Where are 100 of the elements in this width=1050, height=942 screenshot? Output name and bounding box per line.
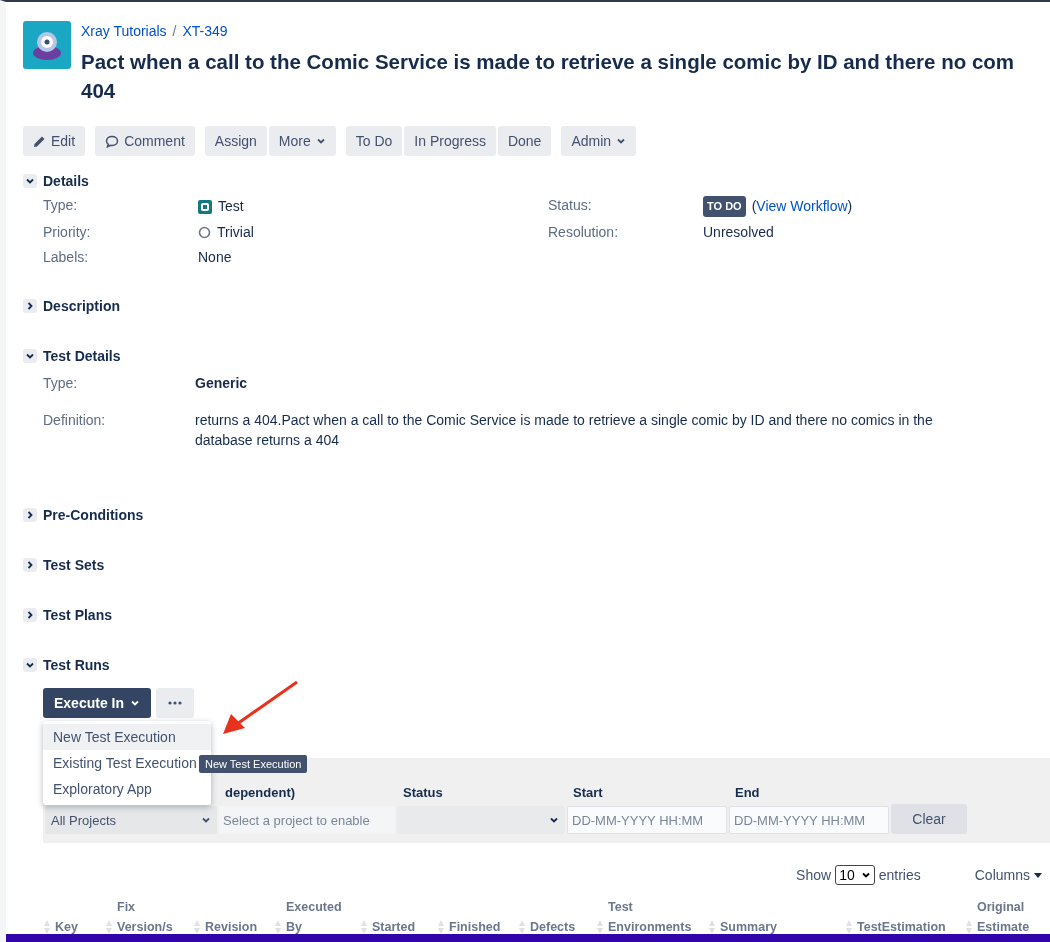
test-type-value: Generic bbox=[195, 374, 249, 393]
sort-icon[interactable] bbox=[437, 919, 445, 935]
breadcrumb-link[interactable]: XT-349 bbox=[182, 23, 228, 39]
toolbar-button[interactable]: In Progress bbox=[404, 126, 496, 156]
tooltip: New Test Execution bbox=[199, 755, 308, 773]
section-heading: Pre-Conditions bbox=[43, 507, 144, 523]
breadcrumb-link[interactable]: Xray Tutorials bbox=[81, 23, 167, 39]
column-header[interactable]: Original Estimate bbox=[977, 897, 1045, 937]
labels-value: None bbox=[198, 248, 233, 267]
speech-bubble-icon bbox=[105, 134, 120, 148]
toolbar-button[interactable]: To Do bbox=[345, 126, 403, 156]
sort-icon[interactable] bbox=[193, 919, 201, 935]
page-size-select[interactable]: 10 bbox=[835, 865, 875, 885]
section-toggle[interactable] bbox=[23, 299, 37, 313]
caret-icon bbox=[315, 136, 326, 146]
priority-value: Trivial bbox=[217, 223, 254, 242]
column-header[interactable]: Defects bbox=[530, 917, 576, 937]
issue-title: 404 bbox=[81, 78, 117, 104]
caret-icon bbox=[130, 698, 141, 708]
toolbar-button[interactable]: Done bbox=[497, 126, 552, 156]
sort-icon[interactable] bbox=[596, 919, 604, 935]
breadcrumb-separator: / bbox=[172, 23, 177, 39]
section-toggle[interactable] bbox=[23, 349, 37, 363]
chevron-icon bbox=[25, 660, 35, 670]
issue-title: Pact when a call to the Comic Service is made to retrieve a single comic by ID and there no com bbox=[81, 49, 1015, 75]
project-select[interactable]: All Projects bbox=[45, 806, 217, 834]
status-badge: TO DO bbox=[703, 196, 746, 217]
circle-icon bbox=[198, 226, 211, 239]
field-label: Labels: bbox=[43, 248, 90, 267]
section-heading: Test Sets bbox=[43, 557, 105, 573]
section-toggle[interactable] bbox=[23, 508, 37, 522]
section-toggle[interactable] bbox=[23, 658, 37, 672]
caret-icon bbox=[1034, 872, 1042, 878]
filter-label: Start bbox=[572, 785, 604, 800]
sort-icon[interactable] bbox=[274, 919, 282, 935]
paren-text: ( bbox=[751, 197, 757, 216]
field-label: Status: bbox=[548, 196, 593, 215]
test-type-icon bbox=[198, 199, 212, 214]
chevron-icon bbox=[25, 351, 35, 361]
type-value: Test bbox=[218, 197, 244, 216]
section-toggle[interactable] bbox=[23, 608, 37, 622]
filter-label: Status bbox=[402, 785, 444, 800]
toolbar-button[interactable]: Edit bbox=[23, 126, 86, 156]
section-heading: Test Runs bbox=[43, 657, 110, 673]
section-heading: Description bbox=[43, 298, 120, 314]
column-header[interactable]: Test Environments bbox=[608, 897, 708, 937]
field-label: Definition: bbox=[43, 411, 107, 430]
caret-icon bbox=[201, 815, 211, 825]
field-label: Type: bbox=[43, 196, 79, 215]
column-header[interactable]: TestEstimation bbox=[857, 917, 946, 937]
field-label: Type: bbox=[43, 374, 79, 393]
sort-icon[interactable] bbox=[360, 919, 368, 935]
toolbar-button[interactable]: Comment bbox=[95, 126, 195, 156]
show-label: Show bbox=[796, 867, 832, 883]
resolution-value: Unresolved bbox=[703, 223, 775, 242]
chevron-icon bbox=[25, 610, 35, 620]
chevron-icon bbox=[25, 301, 35, 311]
section-toggle[interactable] bbox=[23, 174, 37, 188]
column-header[interactable]: Fix Version/s bbox=[117, 897, 193, 937]
entries-label: entries bbox=[878, 867, 921, 883]
column-header[interactable]: Key bbox=[55, 917, 78, 937]
sort-icon[interactable] bbox=[708, 919, 716, 935]
sort-icon[interactable] bbox=[518, 919, 526, 935]
toolbar-button[interactable]: More bbox=[268, 126, 336, 156]
clear-button[interactable]: Clear bbox=[891, 804, 967, 834]
end-date-field[interactable]: DD-MM-YYYY HH:MM bbox=[729, 806, 889, 834]
toolbar-button[interactable]: Admin bbox=[561, 126, 637, 156]
sort-icon[interactable] bbox=[845, 919, 853, 935]
menu-item[interactable]: Exploratory App bbox=[43, 776, 211, 802]
ellipsis-icon bbox=[168, 701, 183, 705]
section-heading: Test Details bbox=[43, 348, 121, 364]
definition-text: returns a 404.Pact when a call to the Comic Service is made to retrieve a single comic by ID and there no comics in the database returns a 404 bbox=[195, 411, 934, 450]
execute-in-button[interactable]: Execute In bbox=[43, 688, 152, 718]
pencil-icon bbox=[33, 134, 46, 148]
filter-label: End bbox=[734, 785, 761, 800]
field-label: Resolution: bbox=[548, 223, 620, 242]
chevron-icon bbox=[25, 560, 35, 570]
column-header[interactable]: Started bbox=[372, 917, 416, 937]
chevron-icon bbox=[25, 510, 35, 520]
filter-label: dependent) bbox=[224, 785, 297, 800]
sort-icon[interactable] bbox=[965, 919, 973, 935]
columns-button[interactable]: Columns bbox=[974, 867, 1042, 883]
column-header[interactable]: Summary bbox=[720, 917, 777, 937]
paren-text: ) bbox=[847, 197, 853, 216]
toolbar-button[interactable]: Assign bbox=[204, 126, 267, 156]
sort-icon[interactable] bbox=[105, 919, 113, 935]
column-header[interactable]: Revision bbox=[205, 917, 258, 937]
column-header[interactable]: Executed By bbox=[286, 897, 360, 937]
field-label: Priority: bbox=[43, 223, 92, 242]
column-header[interactable]: Finished bbox=[449, 917, 501, 937]
menu-item[interactable]: New Test Execution bbox=[43, 724, 211, 750]
caret-icon bbox=[860, 870, 871, 880]
section-heading: Details bbox=[43, 173, 89, 189]
view-workflow-link[interactable]: View Workflow bbox=[756, 197, 848, 216]
section-heading: Test Plans bbox=[43, 607, 112, 623]
section-toggle[interactable] bbox=[23, 558, 37, 572]
chevron-icon bbox=[25, 176, 35, 186]
project-avatar-icon bbox=[23, 21, 71, 69]
sort-icon[interactable] bbox=[43, 919, 51, 935]
start-date-field[interactable]: DD-MM-YYYY HH:MM bbox=[567, 806, 727, 834]
